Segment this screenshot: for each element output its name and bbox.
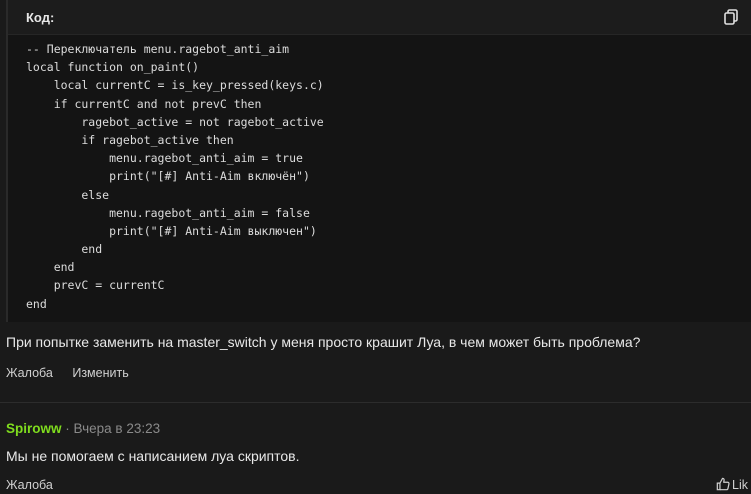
reply-text: Мы не помогаем с написанием луа скриптов… (6, 448, 300, 464)
reply-header: Spiroww · Вчера в 23:23 (6, 421, 160, 436)
separator: · (65, 421, 70, 436)
code-line: local function on_paint() (26, 60, 200, 75)
code-line: print("[#] Anti-Aim выключен") (26, 223, 317, 238)
code-header: Код: (8, 0, 751, 35)
code-line: local currentC = is_key_pressed(keys.c) (26, 78, 324, 93)
reply-timestamp[interactable]: Вчера в 23:23 (74, 421, 161, 436)
code-line: if currentC and not prevC then (26, 96, 262, 111)
code-line: prevC = currentC (26, 278, 165, 293)
code-block: Код: -- Переключатель menu.ragebot_anti_… (6, 0, 751, 322)
code-line: -- Переключатель menu.ragebot_anti_aim (26, 42, 290, 56)
code-body: -- Переключатель menu.ragebot_anti_aimlo… (26, 40, 324, 313)
reply-report-button[interactable]: Жалоба (6, 478, 53, 492)
thumbs-up-icon (716, 477, 730, 491)
code-line: if ragebot_active then (26, 132, 234, 147)
code-line: menu.ragebot_anti_aim = true (26, 151, 303, 166)
divider (0, 402, 751, 403)
edit-button[interactable]: Изменить (72, 366, 128, 380)
report-button[interactable]: Жалоба (6, 366, 53, 380)
code-line: end (26, 242, 103, 257)
code-line: menu.ragebot_anti_aim = false (26, 205, 310, 220)
copy-icon[interactable] (723, 9, 739, 25)
code-line: ragebot_active = not ragebot_active (26, 114, 324, 129)
like-button[interactable]: Lik (716, 477, 748, 492)
code-line: else (26, 187, 110, 202)
like-label: Lik (732, 478, 748, 492)
post-text: При попытке заменить на master_switch у … (6, 334, 641, 350)
username-link[interactable]: Spiroww (6, 421, 62, 436)
forum-thread: Код: -- Переключатель menu.ragebot_anti_… (0, 0, 751, 494)
code-line: end (26, 296, 47, 311)
code-line: end (26, 260, 75, 275)
code-title: Код: (26, 10, 55, 25)
post-actions: Жалоба Изменить (6, 366, 145, 380)
code-line: print("[#] Anti-Aim включён") (26, 169, 310, 184)
